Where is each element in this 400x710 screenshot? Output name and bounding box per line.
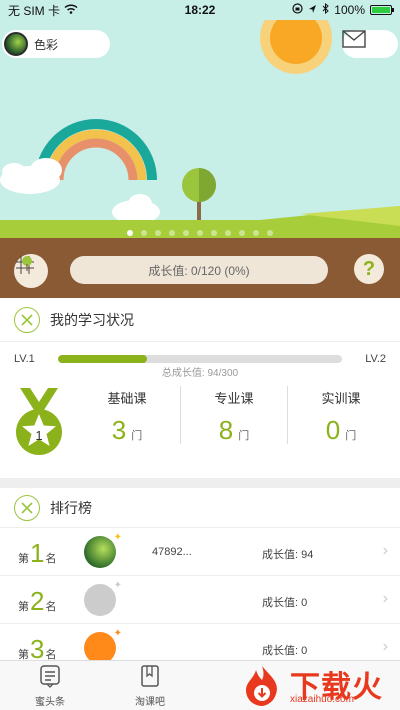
- page-dot[interactable]: [239, 230, 245, 236]
- course-stats: 基础课 3门 专业课 8门 实训课 0门: [74, 386, 394, 445]
- rank-number: 1: [30, 538, 45, 568]
- tab-label: 淘课吧: [135, 696, 165, 708]
- bluetooth-icon: [322, 2, 330, 17]
- page-dot[interactable]: [127, 230, 133, 236]
- avatar: ✦: [84, 580, 122, 616]
- course-unit: 门: [345, 430, 357, 442]
- study-status-card: 我的学习状况 LV.1 LV.2 总成长值: 94/300 1 基础课 3门 专…: [0, 298, 400, 478]
- battery-percent: 100%: [334, 3, 365, 17]
- battery-icon: [370, 5, 394, 15]
- carrier-label: 无 SIM 卡: [8, 3, 61, 18]
- avatar: [4, 32, 28, 56]
- page-dot[interactable]: [155, 230, 161, 236]
- page-dot[interactable]: [253, 230, 259, 236]
- course-basic[interactable]: 基础课 3门: [74, 386, 181, 445]
- book-icon: [139, 664, 161, 691]
- ranking-row[interactable]: 第1名 ✦ 47892... 成长值: 94 ›: [0, 528, 400, 576]
- medal-rank: 1: [35, 428, 43, 443]
- study-section-header: 我的学习状况: [0, 298, 400, 342]
- mail-button[interactable]: [342, 30, 398, 58]
- location-icon: [308, 3, 317, 17]
- crown-icon: ✦: [113, 532, 122, 543]
- page-dot[interactable]: [211, 230, 217, 236]
- help-icon[interactable]: ?: [354, 254, 384, 284]
- rank-growth: 成长值: 0: [262, 645, 308, 657]
- rank-growth: 成长值: 0: [262, 597, 308, 609]
- rank-growth: 成长值: 94: [262, 549, 314, 561]
- page-dot[interactable]: [197, 230, 203, 236]
- avatar: ✦: [84, 532, 122, 568]
- watermark: 下载火 xiazaihuo.com: [236, 660, 400, 710]
- page-dot[interactable]: [169, 230, 175, 236]
- wifi-icon: [64, 3, 78, 17]
- tab-news[interactable]: 蜜头条: [0, 661, 100, 710]
- ranking-card: 排行榜 第1名 ✦ 47892... 成长值: 94 › 第2名 ✦ 成长值: …: [0, 488, 400, 672]
- user-profile-pill[interactable]: 色彩: [2, 30, 110, 58]
- level-progress-track: [58, 355, 342, 363]
- page-dot[interactable]: [183, 230, 189, 236]
- tree-grid-button[interactable]: [14, 254, 48, 288]
- total-growth: 总成长值: 94/300: [161, 368, 239, 379]
- page-dot[interactable]: [225, 230, 231, 236]
- course-unit: 门: [131, 430, 143, 442]
- rank-number: 2: [30, 586, 45, 616]
- growth-value: 成长值: 0/120 (0%): [70, 256, 328, 284]
- flame-logo-icon: [246, 666, 277, 706]
- course-count: 0: [325, 415, 341, 445]
- user-name: 色彩: [34, 37, 59, 52]
- ranking-header: 排行榜: [0, 488, 400, 528]
- course-count: 3: [111, 415, 127, 445]
- growth-bar: 成长值: 0/120 (0%) ?: [0, 250, 400, 298]
- rank-user: 47892...: [152, 546, 192, 558]
- crown-icon: ✦: [113, 628, 122, 639]
- news-icon: [39, 664, 61, 691]
- course-unit: 门: [238, 430, 250, 442]
- lock-rotation-icon: [292, 3, 303, 17]
- rank-position: 第1名: [18, 538, 57, 568]
- medal-icon: 1: [14, 388, 64, 460]
- rank-position: 第2名: [18, 586, 57, 616]
- pencil-ruler-icon: [14, 494, 40, 521]
- chevron-right-icon: ›: [382, 638, 388, 655]
- page-dot[interactable]: [267, 230, 273, 236]
- course-name: 实训课: [321, 391, 361, 406]
- tab-label: 蜜头条: [35, 696, 65, 708]
- ranking-row[interactable]: 第2名 ✦ 成长值: 0 ›: [0, 576, 400, 624]
- section-title: 排行榜: [50, 499, 92, 516]
- clock: 18:22: [184, 3, 216, 17]
- section-title: 我的学习状况: [50, 311, 134, 328]
- watermark-domain: xiazaihuo.com: [290, 694, 354, 705]
- course-professional[interactable]: 专业课 8门: [181, 386, 288, 445]
- chevron-right-icon: ›: [382, 590, 388, 607]
- page-dot[interactable]: [141, 230, 147, 236]
- course-practical[interactable]: 实训课 0门: [288, 386, 394, 445]
- tab-courses[interactable]: 淘课吧: [100, 661, 200, 710]
- course-name: 专业课: [214, 391, 254, 406]
- course-count: 8: [218, 415, 234, 445]
- course-name: 基础课: [107, 391, 147, 406]
- page-indicator[interactable]: [0, 230, 400, 236]
- chevron-right-icon: ›: [382, 542, 388, 559]
- crown-icon: ✦: [113, 580, 122, 591]
- pencil-ruler-icon: [14, 306, 40, 333]
- status-bar: 无 SIM 卡 18:22 100%: [0, 0, 400, 20]
- level-progress-fill: [58, 355, 147, 363]
- hero-scene: 色彩 成长值: 0/120 (0%) ?: [0, 20, 400, 298]
